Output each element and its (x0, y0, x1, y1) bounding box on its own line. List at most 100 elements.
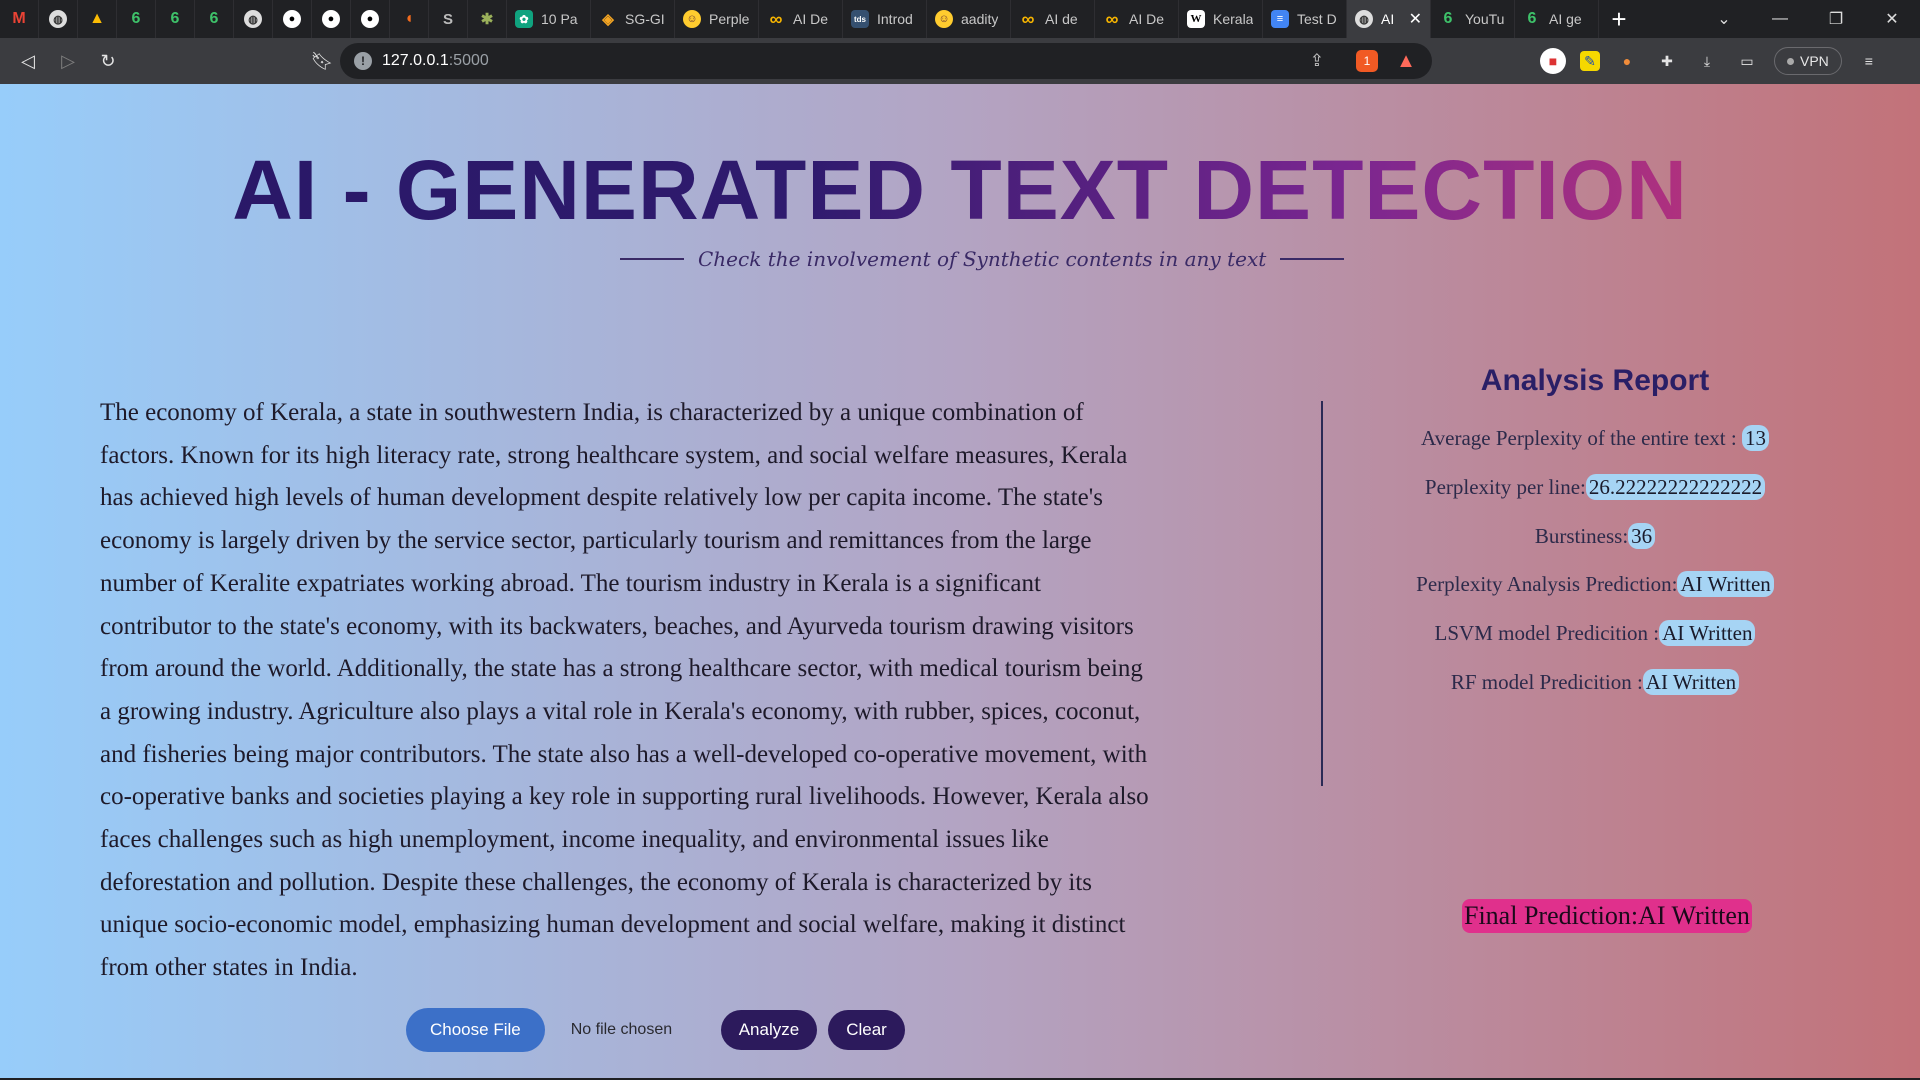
minimize-icon[interactable]: — (1752, 10, 1808, 28)
subtitle-rule-right (1280, 258, 1345, 260)
file-status-text: No file chosen (570, 1021, 673, 1038)
tab-search-chevron-icon[interactable]: ⌄ (1696, 9, 1752, 29)
puzzle-icon[interactable]: ✚ (1654, 48, 1680, 74)
tab-label: AI ge (1549, 11, 1582, 27)
final-prediction-label: Final Prediction: (1464, 901, 1639, 930)
final-prediction-badge: Final Prediction:AI Written (1462, 899, 1752, 933)
tab-orange-app[interactable]: ◖ (390, 0, 429, 38)
chatgpt-icon: ✿ (515, 10, 533, 28)
vpn-button[interactable]: VPN (1774, 47, 1842, 75)
tab-ai-ge[interactable]: 6 AI ge (1515, 0, 1599, 38)
bookmark-button[interactable]: 🔖︎ (302, 41, 342, 81)
tab-openai-2[interactable]: 6 (156, 0, 195, 38)
restore-icon[interactable]: ❐ (1808, 9, 1864, 29)
tab-perple[interactable]: ☺ Perple (675, 0, 759, 38)
tab-label: Test D (1297, 11, 1337, 27)
download-icon[interactable]: ⤓ (1694, 48, 1720, 74)
brave-shield-icon[interactable]: 1 (1356, 50, 1378, 72)
url-host: 127.0.0.1 (382, 52, 449, 69)
tab-openai-1[interactable]: 6 (117, 0, 156, 38)
close-window-icon[interactable]: ✕ (1864, 9, 1920, 29)
tab-ai-de-2[interactable]: ∞ AI de (1011, 0, 1095, 38)
yellow-extension-icon[interactable]: ✎ (1580, 51, 1600, 71)
back-button[interactable]: ◁ (8, 41, 48, 81)
essay-line: contributor to the state's economy, with… (100, 612, 1134, 640)
metric-label: Perplexity per line: (1424, 474, 1586, 499)
essay-line: factors. Known for its high literacy rat… (100, 441, 1128, 469)
metric-perplexity-per-line: Perplexity per line: 26.22222222222222 (1340, 463, 1850, 512)
essay-line: unique socio-economic model, emphasizing… (100, 911, 1126, 939)
close-tab-icon[interactable]: ✕ (1409, 9, 1422, 29)
layers-icon: ◈ (602, 11, 614, 28)
brave-rewards-icon[interactable]: ▲ (1394, 50, 1418, 72)
report-title: Analysis Report (1480, 364, 1710, 397)
forward-arrow-icon: ▷ (61, 50, 75, 71)
essay-line: and fisheries being major contributors. … (100, 740, 1148, 768)
tab-youtu[interactable]: 6 YouTu (1431, 0, 1515, 38)
essay-line: from around the world. Additionally, the… (100, 655, 1143, 683)
essay-line: from other states in India. (100, 954, 358, 982)
github-icon: ● (322, 10, 340, 28)
tab-bug[interactable]: ✱ (468, 0, 507, 38)
share-icon[interactable]: ⇪ (1310, 51, 1324, 71)
metric-value: 13 (1741, 425, 1769, 451)
back-arrow-icon: ◁ (21, 50, 35, 71)
forward-button[interactable]: ▷ (48, 41, 88, 81)
choose-file-button[interactable]: Choose File (406, 1008, 545, 1052)
essay-line: number of Keralite expatriates working a… (100, 569, 1041, 597)
tab-github-2[interactable]: ● (312, 0, 351, 38)
address-bar[interactable]: ! 127.0.0.1:5000 ⇪ 1 ▲ (340, 43, 1432, 79)
menu-icon[interactable]: ≡ (1856, 48, 1882, 74)
tab-github-1[interactable]: ● (273, 0, 312, 38)
essay-line: faces challenges such as high unemployme… (100, 826, 1049, 854)
bug-icon: ✱ (480, 11, 494, 28)
s-logo-icon: S (442, 10, 453, 28)
tab-ai-de-3[interactable]: ∞ AI De (1095, 0, 1179, 38)
tab-gmail[interactable]: M (0, 0, 39, 38)
github-icon: ● (361, 10, 379, 28)
subtitle: Check the involvement of Synthetic conte… (620, 247, 1345, 271)
clear-button[interactable]: Clear (828, 1010, 905, 1050)
tab-google-drive[interactable]: ▲ (78, 0, 117, 38)
globe-icon: ◍ (49, 10, 67, 28)
tab-label: AI (1381, 11, 1395, 27)
red-extension-icon[interactable]: ■ (1540, 48, 1566, 74)
tab-aadity[interactable]: ☺ aadity (927, 0, 1011, 38)
wikipedia-icon: W (1187, 10, 1205, 28)
tab-introd[interactable]: tds Introd (843, 0, 927, 38)
tab-test-d[interactable]: ≡ Test D (1263, 0, 1347, 38)
metric-value: 36 (1628, 522, 1656, 549)
metric-perplexity-prediction: Perplexity Analysis Prediction: AI Writte… (1340, 560, 1850, 609)
tab-globe-1[interactable]: ◍ (39, 0, 78, 38)
openai-icon: 6 (170, 10, 180, 27)
tab-openai-3[interactable]: 6 (195, 0, 234, 38)
essay-line: The economy of Kerala, a state in southw… (100, 399, 1084, 426)
new-tab-button[interactable]: + (1599, 0, 1639, 38)
tab-label: Perple (709, 11, 750, 27)
analyze-button[interactable]: Analyze (720, 1010, 818, 1050)
reload-button[interactable]: ↻ (88, 41, 128, 81)
tab-github-3[interactable]: ● (351, 0, 390, 38)
tab-sg-gi[interactable]: ◈ SG-GI (591, 0, 675, 38)
browser-toolbar: ◁ ▷ ↻ 🔖︎ ! 127.0.0.1:5000 ⇪ 1 ▲ ■ ✎ ● ✚ … (0, 38, 1920, 84)
site-info-icon[interactable]: ! (354, 52, 372, 70)
tab-s-logo[interactable]: S (429, 0, 468, 38)
metric-value: AI Written (1659, 620, 1756, 647)
metric-label: RF model Predicition : (1450, 669, 1643, 694)
tab-globe-2[interactable]: ◍ (234, 0, 273, 38)
tab-kerala[interactable]: W Kerala (1179, 0, 1263, 38)
tab-10-pa[interactable]: ✿ 10 Pa (507, 0, 591, 38)
wallet-icon[interactable]: ▭ (1734, 48, 1760, 74)
tab-ai-de-1[interactable]: ∞ AI De (759, 0, 843, 38)
metric-label: Perplexity Analysis Prediction: (1416, 572, 1678, 597)
infinity-icon: ∞ (1105, 8, 1119, 29)
orange-app-icon: ◖ (404, 10, 414, 27)
tab-label: 10 Pa (541, 11, 578, 27)
orange-extension-icon[interactable]: ● (1614, 48, 1640, 74)
subtitle-text: Check the involvement of Synthetic conte… (698, 247, 1267, 271)
bookmark-icon: 🔖︎ (310, 50, 334, 71)
metric-rf-prediction: RF model Predicition : AI Written (1340, 658, 1850, 707)
essay-line: economy is largely driven by the service… (100, 527, 1092, 555)
browser-tab-strip: M ◍ ▲ 6 6 6 ◍ ● ● ● ◖ S ✱ ✿ 10 Pa ◈ SG-GI … (0, 0, 1920, 38)
tab-ai-active[interactable]: ◍ AI ✕ (1347, 0, 1431, 38)
